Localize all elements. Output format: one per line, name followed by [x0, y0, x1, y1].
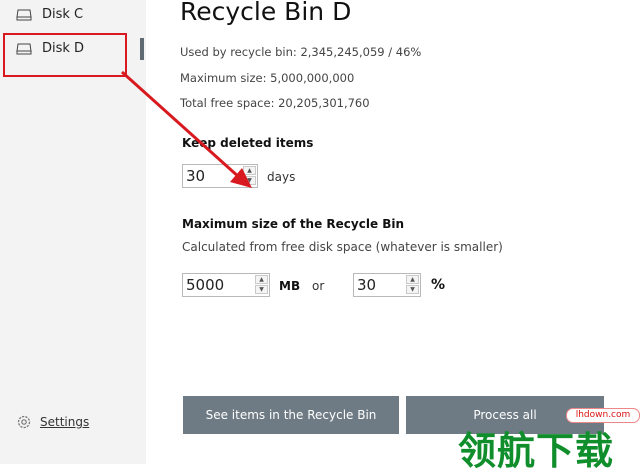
max-size-title: Maximum size of the Recycle Bin [182, 217, 405, 231]
total-free-space-text: Total free space: 20,205,301,760 [180, 96, 370, 110]
stepper-up-button[interactable]: ▲ [243, 166, 256, 175]
stepper-down-button[interactable]: ▼ [243, 176, 256, 185]
percent-stepper[interactable]: 30 ▲ ▼ [353, 273, 421, 297]
settings-label: Settings [40, 415, 90, 429]
annotation-highlight-box [3, 33, 127, 77]
or-label: or [312, 279, 325, 293]
percent-value[interactable]: 30 [357, 276, 376, 294]
mb-value[interactable]: 5000 [186, 276, 224, 294]
max-size-subtitle: Calculated from free disk space (whateve… [182, 240, 503, 254]
stepper-up-button[interactable]: ▲ [255, 275, 268, 284]
stepper-down-button[interactable]: ▼ [255, 285, 268, 294]
see-items-button[interactable]: See items in the Recycle Bin [183, 396, 399, 434]
used-by-recycle-bin-text: Used by recycle bin: 2,345,245,059 / 46% [180, 45, 422, 59]
mb-stepper[interactable]: 5000 ▲ ▼ [182, 273, 270, 297]
stepper-buttons: ▲ ▼ [255, 275, 268, 295]
keep-deleted-title: Keep deleted items [182, 136, 314, 150]
sidebar-item-disk-c[interactable]: Disk C [0, 0, 146, 30]
drive-icon [16, 9, 32, 21]
watermark-logo-text: 领航下载 [458, 429, 615, 473]
maximum-size-text: Maximum size: 5,000,000,000 [180, 71, 355, 85]
sidebar-item-label: Disk C [42, 7, 84, 22]
stepper-up-button[interactable]: ▲ [406, 275, 419, 284]
page-title: Recycle Bin D [180, 0, 352, 26]
mb-unit-label: MB [279, 279, 301, 293]
days-value[interactable]: 30 [186, 167, 205, 185]
settings-link[interactable]: Settings [16, 413, 89, 431]
days-unit-label: days [267, 170, 296, 184]
stepper-buttons: ▲ ▼ [406, 275, 419, 295]
gear-icon [17, 415, 31, 429]
selection-indicator [140, 38, 144, 60]
percent-unit-label: % [431, 277, 446, 293]
days-stepper[interactable]: 30 ▲ ▼ [182, 164, 258, 188]
stepper-buttons: ▲ ▼ [243, 166, 256, 186]
stepper-down-button[interactable]: ▼ [406, 285, 419, 294]
